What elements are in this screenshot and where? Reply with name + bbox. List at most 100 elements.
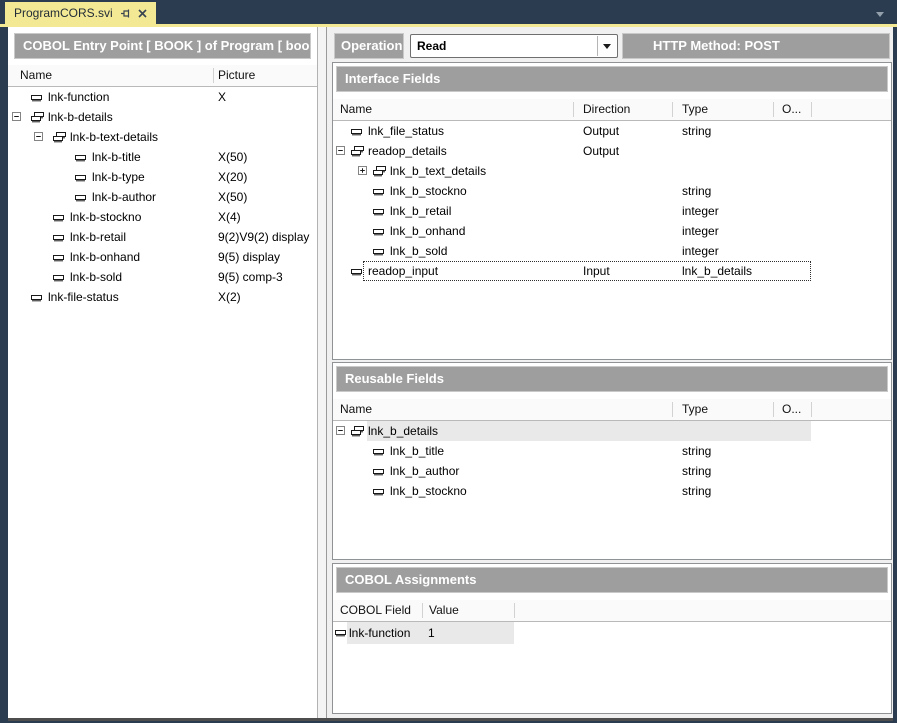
reusable-fields-column-name[interactable]: Name bbox=[340, 399, 372, 420]
field-icon bbox=[350, 267, 363, 277]
interface-fields-column-direction[interactable]: Direction bbox=[583, 99, 630, 120]
interface-fields-row-lnk-file-status[interactable]: lnk_file_statusOutputstring bbox=[333, 121, 891, 141]
cobol-assignments-title: COBOL Assignments bbox=[336, 567, 888, 593]
document-bottom-border bbox=[8, 718, 893, 721]
collapse-toggle-icon[interactable] bbox=[336, 426, 345, 435]
field-name: lnk-b-author bbox=[92, 187, 156, 207]
interface-fields-column-name[interactable]: Name bbox=[340, 99, 372, 120]
collapse-toggle-icon[interactable] bbox=[34, 132, 43, 141]
entry-point-row-lnk-b-type[interactable]: lnk-b-typeX(20) bbox=[8, 167, 317, 187]
operation-select[interactable]: Read bbox=[410, 34, 618, 58]
field-value: 1 bbox=[428, 622, 435, 644]
interface-fields-row-lnk-b-retail[interactable]: lnk_b_retailinteger bbox=[333, 201, 891, 221]
tab-bar: ProgramCORS.svi bbox=[0, 0, 897, 27]
group-field-icon bbox=[350, 425, 365, 437]
column-separator[interactable] bbox=[672, 402, 673, 417]
collapse-toggle-icon[interactable] bbox=[336, 146, 345, 155]
reusable-fields-row-lnk-b-stockno[interactable]: lnk_b_stockno string bbox=[333, 481, 891, 501]
column-separator[interactable] bbox=[811, 402, 812, 417]
field-icon bbox=[52, 213, 65, 223]
field-icon bbox=[74, 193, 87, 203]
entry-point-column-name[interactable]: Name bbox=[20, 65, 52, 86]
interface-fields-tree: lnk_file_statusOutputstringreadop_detail… bbox=[333, 121, 891, 281]
cobol-assignments-row-lnk-function[interactable]: lnk-function 1 bbox=[333, 622, 891, 644]
field-name: lnk-function bbox=[48, 87, 109, 107]
cobol-assignments-column-value[interactable]: Value bbox=[429, 600, 459, 621]
entry-point-row-lnk-file-status[interactable]: lnk-file-statusX(2) bbox=[8, 287, 317, 307]
column-separator[interactable] bbox=[773, 402, 774, 417]
interface-fields-column-o[interactable]: O... bbox=[782, 99, 801, 120]
field-type: integer bbox=[682, 201, 719, 221]
field-name: lnk-b-stockno bbox=[70, 207, 141, 227]
group-field-icon bbox=[372, 165, 387, 177]
entry-point-column-picture[interactable]: Picture bbox=[218, 65, 255, 86]
field-type: integer bbox=[682, 241, 719, 261]
reusable-fields-column-o[interactable]: O... bbox=[782, 399, 801, 420]
entry-point-row-lnk-b-stockno[interactable]: lnk-b-stocknoX(4) bbox=[8, 207, 317, 227]
field-name: lnk_b_text_details bbox=[390, 161, 486, 181]
interface-fields-column-type[interactable]: Type bbox=[682, 99, 708, 120]
entry-point-row-lnk-b-sold[interactable]: lnk-b-sold9(5) comp-3 bbox=[8, 267, 317, 287]
entry-point-row-lnk-b-retail[interactable]: lnk-b-retail 9(2)V9(2) display bbox=[8, 227, 317, 247]
entry-point-row-lnk-b-details[interactable]: lnk-b-details bbox=[8, 107, 317, 127]
column-separator[interactable] bbox=[422, 603, 423, 618]
reusable-fields-row-lnk-b-details[interactable]: lnk_b_details bbox=[333, 421, 891, 441]
field-name: lnk-file-status bbox=[48, 287, 119, 307]
tab-title: ProgramCORS.svi bbox=[14, 6, 113, 20]
field-name: readop_details bbox=[368, 141, 447, 161]
column-separator[interactable] bbox=[514, 603, 515, 618]
group-field-icon bbox=[350, 145, 365, 157]
column-separator[interactable] bbox=[213, 68, 214, 83]
column-separator[interactable] bbox=[672, 102, 673, 117]
reusable-fields-title: Reusable Fields bbox=[336, 366, 888, 392]
interface-fields-row-lnk-b-text-details[interactable]: lnk_b_text_details bbox=[333, 161, 891, 181]
field-icon bbox=[52, 273, 65, 283]
entry-point-row-lnk-b-onhand[interactable]: lnk-b-onhand 9(5) display bbox=[8, 247, 317, 267]
field-name: lnk_b_stockno bbox=[390, 181, 467, 201]
column-separator[interactable] bbox=[811, 102, 812, 117]
field-icon bbox=[30, 293, 43, 303]
reusable-fields-row-lnk-b-author[interactable]: lnk_b_authorstring bbox=[333, 461, 891, 481]
interface-fields-column-header: Name Direction Type O... bbox=[333, 99, 891, 121]
field-picture: 9(2)V9(2) display bbox=[218, 227, 309, 247]
column-separator[interactable] bbox=[573, 102, 574, 117]
field-name: lnk_b_stockno bbox=[390, 481, 467, 501]
field-name: lnk-b-details bbox=[48, 107, 113, 127]
field-icon bbox=[372, 467, 385, 477]
field-picture: X bbox=[218, 87, 226, 107]
entry-point-row-lnk-b-text-details[interactable]: lnk-b-text-details bbox=[8, 127, 317, 147]
close-icon[interactable] bbox=[138, 9, 147, 18]
cobol-assignments-column-cobol-field[interactable]: COBOL Field bbox=[340, 600, 411, 621]
panel-splitter[interactable] bbox=[317, 27, 327, 718]
interface-fields-row-readop-details[interactable]: readop_detailsOutput bbox=[333, 141, 891, 161]
interface-fields-row-lnk-b-sold[interactable]: lnk_b_soldinteger bbox=[333, 241, 891, 261]
entry-point-row-lnk-b-title[interactable]: lnk-b-titleX(50) bbox=[8, 147, 317, 167]
column-separator[interactable] bbox=[773, 102, 774, 117]
entry-point-row-lnk-function[interactable]: lnk-function X bbox=[8, 87, 317, 107]
pin-icon[interactable] bbox=[120, 8, 131, 19]
field-name: lnk-b-onhand bbox=[70, 247, 140, 267]
interface-fields-row-lnk-b-onhand[interactable]: lnk_b_onhandinteger bbox=[333, 221, 891, 241]
reusable-fields-section: Reusable Fields Name Type O... lnk_b_detai… bbox=[332, 362, 892, 560]
chevron-down-icon[interactable] bbox=[876, 12, 884, 17]
entry-point-row-lnk-b-author[interactable]: lnk-b-authorX(50) bbox=[8, 187, 317, 207]
field-type: string bbox=[682, 481, 711, 501]
reusable-fields-column-type[interactable]: Type bbox=[682, 399, 708, 420]
collapse-toggle-icon[interactable] bbox=[12, 112, 21, 121]
entry-point-column-header: Name Picture bbox=[8, 65, 317, 87]
field-picture: 9(5) display bbox=[218, 247, 280, 267]
interface-fields-row-lnk-b-stockno[interactable]: lnk_b_stocknostring bbox=[333, 181, 891, 201]
field-name: lnk-function bbox=[349, 622, 410, 644]
field-icon bbox=[372, 207, 385, 217]
entry-point-header: COBOL Entry Point [ BOOK ] of Program [ … bbox=[14, 33, 311, 59]
expand-toggle-icon[interactable] bbox=[358, 166, 367, 175]
document-tab[interactable]: ProgramCORS.svi bbox=[5, 2, 156, 24]
field-type: string bbox=[682, 441, 711, 461]
http-method-badge: HTTP Method: POST bbox=[622, 33, 890, 59]
entry-point-tree: lnk-function Xlnk-b-detailslnk-b-text-det… bbox=[8, 87, 317, 307]
field-icon bbox=[372, 247, 385, 257]
reusable-fields-row-lnk-b-title[interactable]: lnk_b_titlestring bbox=[333, 441, 891, 461]
field-name: lnk-b-retail bbox=[70, 227, 126, 247]
chevron-down-icon[interactable] bbox=[597, 36, 616, 56]
interface-fields-row-readop-input[interactable]: readop_inputInputlnk_b_details bbox=[333, 261, 891, 281]
